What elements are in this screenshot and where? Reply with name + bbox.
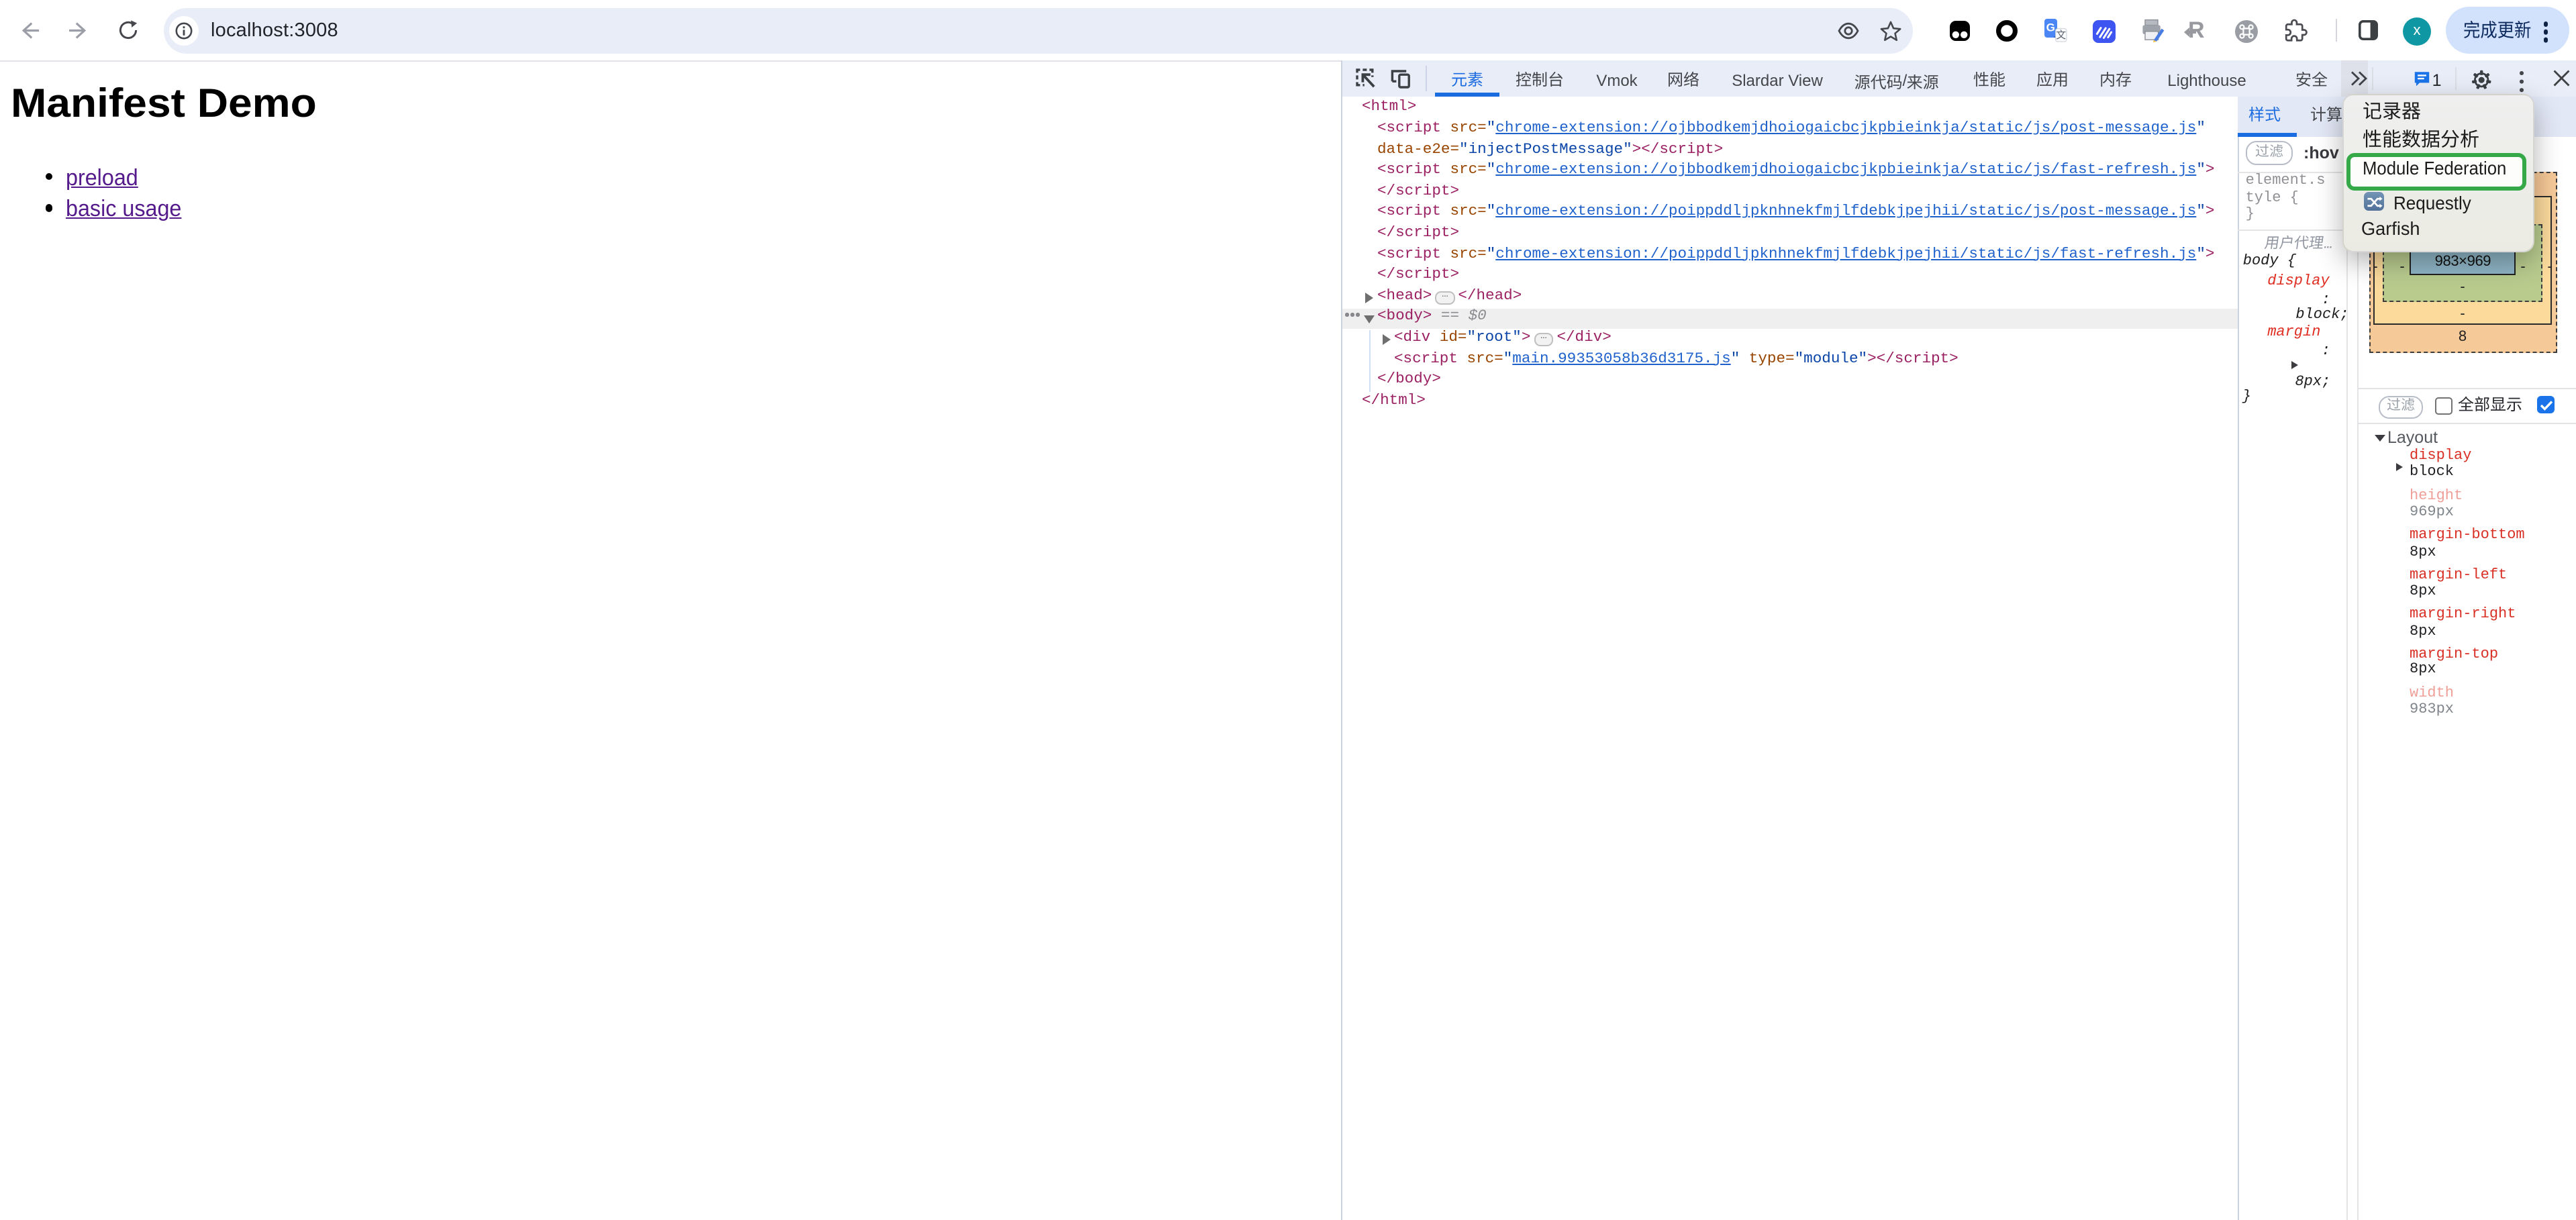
svg-text:文: 文 bbox=[2056, 30, 2066, 41]
svg-text:G: G bbox=[2046, 21, 2055, 34]
